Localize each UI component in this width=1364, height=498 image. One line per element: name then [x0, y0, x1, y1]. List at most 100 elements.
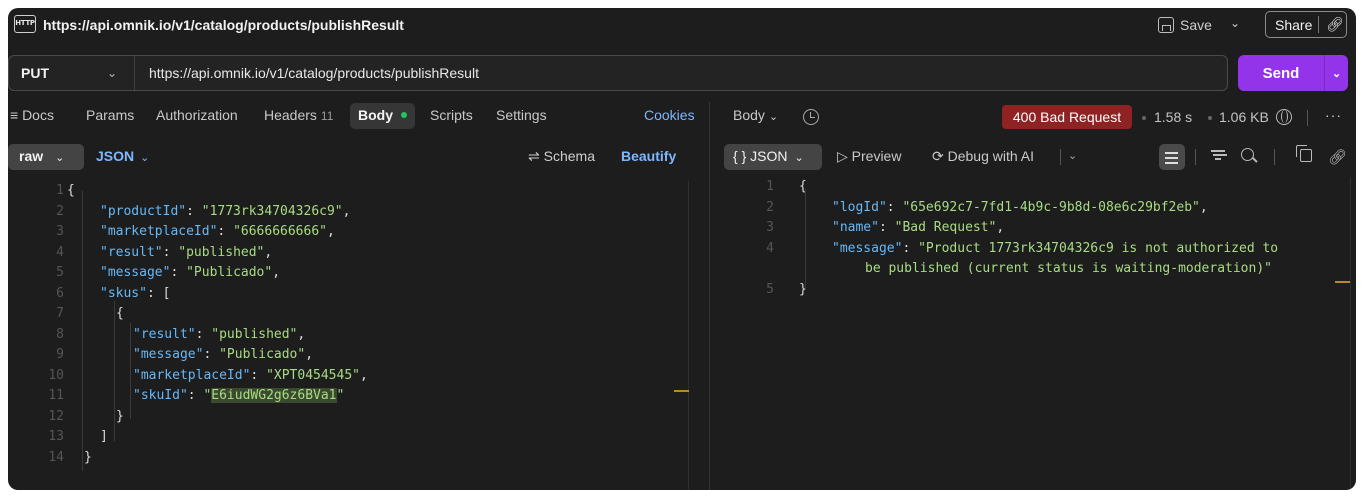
send-button[interactable]: Send ⌄ — [1238, 55, 1348, 91]
json-punctuation: ] — [100, 429, 108, 444]
json-punctuation: , — [305, 347, 314, 362]
response-scrollbar[interactable] — [1350, 177, 1351, 490]
divider — [134, 56, 135, 90]
json-punctuation: : — [187, 388, 204, 403]
json-punctuation: : — [902, 240, 919, 256]
url-input[interactable]: https://api.omnik.io/v1/catalog/products… — [149, 65, 479, 81]
body-mode-label: raw — [19, 148, 44, 164]
response-format-select[interactable]: { } JSON ⌄ — [724, 144, 822, 170]
code-text: { — [67, 181, 75, 201]
save-button[interactable]: Save — [1158, 13, 1212, 37]
save-icon — [1158, 17, 1174, 33]
tab-body-label: Body — [358, 107, 393, 123]
response-body-viewer[interactable]: 1{2 "logId": "65e692c7-7fd1-4b9c-9b8d-08e… — [724, 177, 1344, 337]
method-select[interactable]: PUT — [21, 65, 49, 81]
code-line: 2 "productId": "1773rk34704326c9", — [8, 202, 688, 222]
tab-settings[interactable]: Settings — [496, 107, 547, 123]
copy-icon[interactable] — [1296, 145, 1312, 162]
response-format-label: JSON — [750, 148, 788, 164]
schema-button[interactable]: ⇌ Schema — [528, 148, 595, 165]
share-label: Share — [1275, 16, 1313, 33]
link-icon[interactable]: 🔗︎ — [1319, 16, 1344, 33]
json-punctuation: , — [326, 224, 335, 239]
response-body-label: Body — [733, 107, 765, 123]
response-body-select[interactable]: Body ⌄ — [733, 107, 778, 123]
json-punctuation: } — [116, 408, 124, 424]
menu-lines-icon: ≡ — [10, 107, 23, 123]
history-icon[interactable] — [803, 109, 819, 125]
chevron-down-icon[interactable]: ⌄ — [1325, 67, 1341, 80]
json-punctuation: : — [162, 244, 179, 260]
response-size: 1.06 KB — [1219, 109, 1269, 125]
more-icon[interactable]: ··· — [1325, 107, 1342, 123]
code-line: 10 "marketplaceId": "XPT0454545", — [8, 366, 688, 386]
debug-with-ai-button[interactable]: ⟳ Debug with AI — [932, 148, 1034, 165]
chevron-down-icon: ⌄ — [140, 152, 150, 164]
debug-label: Debug with AI — [947, 148, 1035, 164]
json-string: " — [336, 388, 345, 403]
wrap-icon[interactable] — [1159, 144, 1185, 170]
json-key: "skus" — [100, 285, 147, 301]
code-text: } — [116, 407, 124, 427]
search-icon[interactable] — [1241, 148, 1254, 161]
tab-docs[interactable]: ≡ Docs — [10, 107, 54, 123]
json-punctuation: : [ — [146, 285, 171, 301]
status-badge: 400 Bad Request — [1002, 105, 1132, 129]
request-body-editor[interactable]: 1{2 "productId": "1773rk34704326c9", 3 "mar… — [8, 181, 688, 481]
globe-icon[interactable] — [1276, 109, 1292, 125]
code-text: "logId": "65e692c7-7fd1-4b9c-9b8d-08e6c2… — [832, 198, 1208, 218]
line-number: 11 — [48, 388, 64, 403]
schema-icon: ⇌ — [528, 148, 544, 164]
line-number: 2 — [766, 199, 774, 215]
code-text: "message": "Publicado", — [100, 263, 280, 283]
body-format-select[interactable]: JSON ⌄ — [96, 148, 149, 164]
code-line: 2 "logId": "65e692c7-7fd1-4b9c-9b8d-08e6c… — [724, 198, 1344, 218]
line-number: 4 — [766, 240, 774, 256]
beautify-button[interactable]: Beautify — [621, 148, 676, 164]
line-number: 7 — [56, 306, 64, 321]
tab-docs-label: Docs — [22, 107, 54, 123]
debug-ai-icon: ⟳ — [932, 148, 948, 164]
line-number: 4 — [56, 244, 64, 260]
url-bar: PUT ⌄ https://api.omnik.io/v1/catalog/pr… — [8, 55, 1228, 91]
tab-authorization[interactable]: Authorization — [156, 107, 238, 123]
cookies-link[interactable]: Cookies — [644, 107, 695, 123]
code-line: 5} — [724, 280, 1344, 300]
body-mode-select[interactable]: raw ⌄ — [8, 144, 84, 170]
code-text: "message": "Product 1773rk34704326c9 is … — [832, 239, 1278, 259]
code-line: 14} — [8, 448, 688, 468]
filter-icon[interactable] — [1211, 149, 1225, 161]
json-string: E6iudWG2g6z6BVa1 — [211, 388, 337, 403]
response-scroll-marker — [1335, 281, 1350, 283]
tab-params[interactable]: Params — [86, 107, 134, 123]
preview-label: Preview — [851, 148, 902, 164]
json-punctuation: } — [84, 449, 92, 465]
json-punctuation: : — [203, 347, 220, 362]
json-string: be published (current status is waiting-… — [865, 261, 1272, 276]
json-punctuation: , — [272, 265, 281, 280]
code-text: "message": "Publicado", — [133, 345, 313, 365]
line-number: 5 — [56, 265, 64, 280]
line-number: 10 — [48, 367, 64, 383]
body-format-label: JSON — [96, 148, 135, 164]
line-number: 3 — [56, 224, 64, 239]
tab-scripts[interactable]: Scripts — [430, 107, 473, 123]
json-punctuation: , — [1199, 199, 1208, 215]
json-key: "productId" — [100, 203, 187, 219]
request-scrollbar[interactable] — [688, 181, 689, 490]
tab-headers[interactable]: Headers 11 — [264, 107, 333, 123]
chevron-down-icon[interactable]: ⌄ — [1068, 149, 1077, 162]
chevron-down-icon[interactable]: ⌄ — [107, 66, 117, 80]
json-key: "logId" — [832, 199, 887, 215]
tab-body[interactable]: Body — [350, 103, 415, 129]
panel-divider[interactable] — [709, 102, 710, 490]
line-number: 3 — [766, 220, 774, 235]
chevron-down-icon: ⌄ — [768, 111, 779, 123]
line-number: 1 — [766, 179, 774, 194]
link-icon[interactable]: 🔗︎ — [1328, 148, 1347, 166]
share-button[interactable]: Share 🔗︎ — [1265, 11, 1347, 38]
preview-button[interactable]: ▷ Preview — [837, 148, 901, 165]
json-key: "skuId" — [133, 388, 188, 403]
chevron-down-icon[interactable]: ⌄ — [1230, 16, 1240, 30]
json-string: "Bad Request" — [894, 220, 997, 235]
